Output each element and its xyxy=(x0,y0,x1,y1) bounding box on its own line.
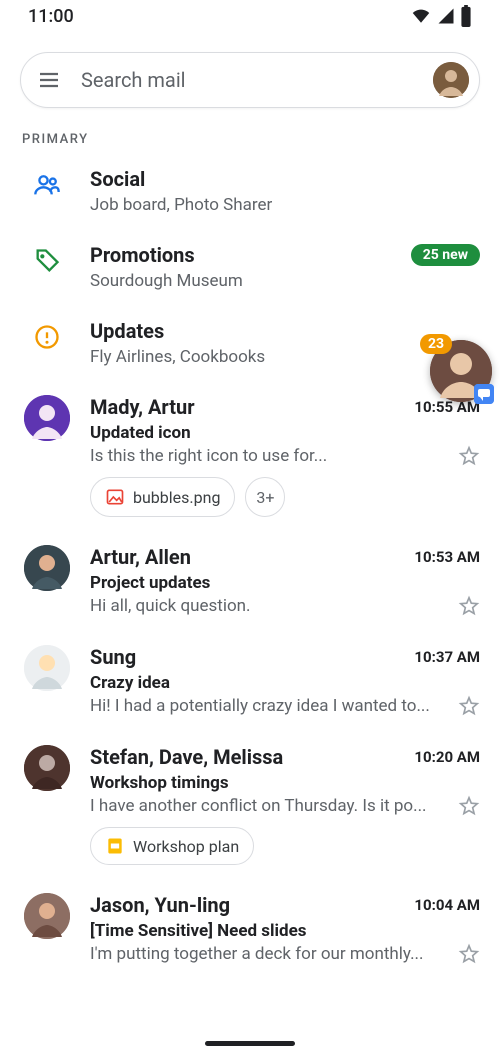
attachment-chips: Workshop plan xyxy=(90,827,480,865)
menu-icon[interactable] xyxy=(35,66,63,94)
emails-list: Mady, Artur 10:55 AM Updated icon Is thi… xyxy=(0,381,500,979)
email-time: 10:20 AM xyxy=(414,748,480,766)
signal-icon xyxy=(436,7,456,25)
people-icon xyxy=(24,167,70,199)
email-sender: Sung xyxy=(90,645,136,669)
nav-handle[interactable] xyxy=(205,1041,295,1046)
star-icon[interactable] xyxy=(458,595,480,617)
attachment-chip[interactable]: Workshop plan xyxy=(90,827,254,865)
email-sender: Jason, Yun-ling xyxy=(90,893,230,917)
email-subject: Crazy idea xyxy=(90,673,480,693)
status-time: 11:00 xyxy=(28,6,74,27)
email-snippet: I have another conflict on Thursday. Is … xyxy=(90,796,427,816)
email-subject: Workshop timings xyxy=(90,773,480,793)
category-subtitle: Sourdough Museum xyxy=(90,271,480,291)
search-bar[interactable]: Search mail xyxy=(20,52,480,108)
more-attachments[interactable]: 3+ xyxy=(245,477,285,517)
battery-icon xyxy=(460,5,472,27)
email-body: Sung 10:37 AM Crazy idea Hi! I had a pot… xyxy=(90,645,480,717)
section-label: PRIMARY xyxy=(0,120,500,153)
chat-head-badge: 23 xyxy=(420,334,452,354)
account-avatar[interactable] xyxy=(433,62,469,98)
email-subject: Project updates xyxy=(90,573,480,593)
category-badge: 25 new xyxy=(411,244,480,266)
category-badge: 12 new xyxy=(411,168,480,190)
email-time: 10:04 AM xyxy=(414,896,480,914)
category-title: Updates xyxy=(90,319,164,343)
email-row[interactable]: Sung 10:37 AM Crazy idea Hi! I had a pot… xyxy=(0,631,500,731)
chip-label: Workshop plan xyxy=(133,837,239,856)
email-time: 10:53 AM xyxy=(414,548,480,566)
category-subtitle: Job board, Photo Sharer xyxy=(90,195,480,215)
email-time: 10:37 AM xyxy=(414,648,480,666)
tag-icon xyxy=(24,243,70,275)
chip-label: bubbles.png xyxy=(133,488,220,507)
email-body: Artur, Allen 10:53 AM Project updates Hi… xyxy=(90,545,480,617)
email-sender: Stefan, Dave, Melissa xyxy=(90,745,283,769)
image-icon xyxy=(105,487,125,507)
email-row[interactable]: Artur, Allen 10:53 AM Project updates Hi… xyxy=(0,531,500,631)
chat-head[interactable]: 23 xyxy=(430,340,492,402)
email-snippet: Is this the right icon to use for... xyxy=(90,446,327,466)
email-body: Mady, Artur 10:55 AM Updated icon Is thi… xyxy=(90,395,480,517)
email-row[interactable]: Jason, Yun-ling 10:04 AM [Time Sensitive… xyxy=(0,879,500,979)
status-bar: 11:00 xyxy=(0,0,500,32)
star-icon[interactable] xyxy=(458,943,480,965)
category-title: Promotions xyxy=(90,243,195,267)
star-icon[interactable] xyxy=(458,695,480,717)
email-snippet: I'm putting together a deck for our mont… xyxy=(90,944,424,964)
email-row[interactable]: Stefan, Dave, Melissa 10:20 AM Workshop … xyxy=(0,731,500,879)
chat-indicator-icon xyxy=(474,384,494,404)
attachment-chip[interactable]: bubbles.png xyxy=(90,477,235,517)
sender-avatar[interactable] xyxy=(24,545,70,591)
email-snippet: Hi all, quick question. xyxy=(90,596,251,616)
attachment-chips: bubbles.png 3+ xyxy=(90,477,480,517)
category-social[interactable]: Social 12 new Job board, Photo Sharer xyxy=(0,153,500,229)
email-body: Stefan, Dave, Melissa 10:20 AM Workshop … xyxy=(90,745,480,865)
star-icon[interactable] xyxy=(458,795,480,817)
email-body: Jason, Yun-ling 10:04 AM [Time Sensitive… xyxy=(90,893,480,965)
category-title: Social xyxy=(90,167,145,191)
sender-avatar[interactable] xyxy=(24,745,70,791)
email-sender: Mady, Artur xyxy=(90,395,195,419)
slides-icon xyxy=(105,836,125,856)
category-body: Social 12 new Job board, Photo Sharer xyxy=(90,167,480,215)
sender-avatar[interactable] xyxy=(24,395,70,441)
star-icon[interactable] xyxy=(458,445,480,467)
search-input[interactable]: Search mail xyxy=(81,68,433,92)
sender-avatar[interactable] xyxy=(24,893,70,939)
search-wrap: Search mail xyxy=(0,32,500,120)
category-body: Promotions 25 new Sourdough Museum xyxy=(90,243,480,291)
email-subject: Updated icon xyxy=(90,423,480,443)
email-sender: Artur, Allen xyxy=(90,545,191,569)
sender-avatar[interactable] xyxy=(24,645,70,691)
status-icons xyxy=(410,5,472,27)
info-icon xyxy=(24,319,70,351)
category-promotions[interactable]: Promotions 25 new Sourdough Museum xyxy=(0,229,500,305)
email-snippet: Hi! I had a potentially crazy idea I wan… xyxy=(90,696,430,716)
app-root: 11:00 Search mail PRIMARY Social xyxy=(0,0,500,1056)
email-subject: [Time Sensitive] Need slides xyxy=(90,921,480,941)
wifi-icon xyxy=(410,7,432,25)
email-row[interactable]: Mady, Artur 10:55 AM Updated icon Is thi… xyxy=(0,381,500,531)
